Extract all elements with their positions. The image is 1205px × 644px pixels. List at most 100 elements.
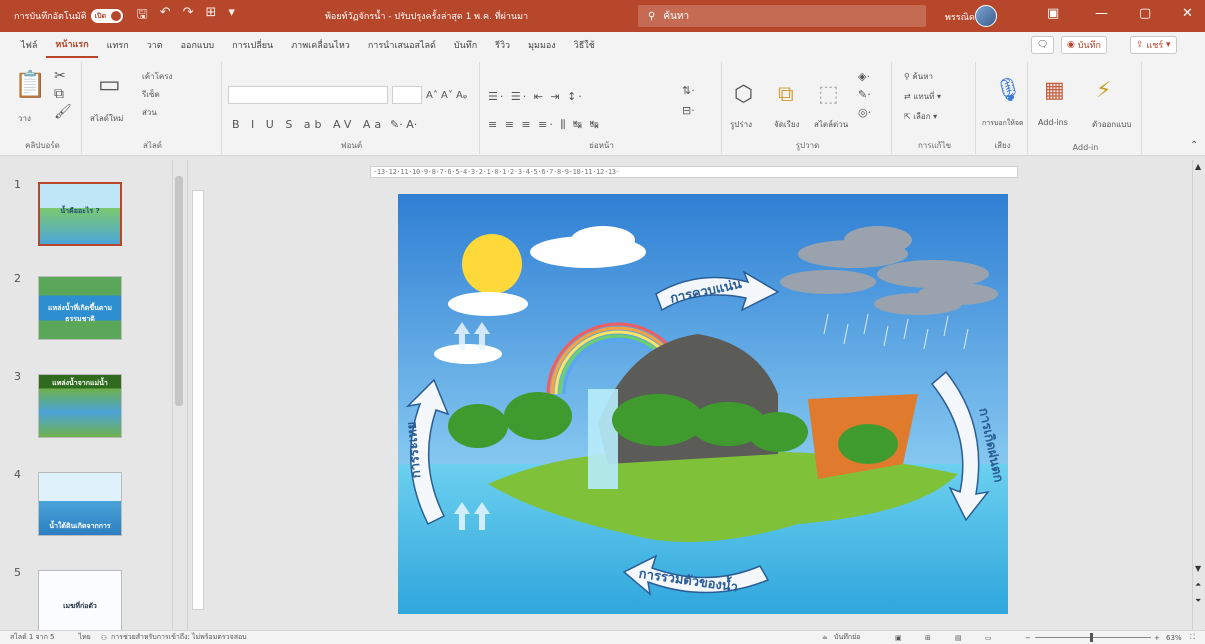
shape-effects-icon[interactable]: ◎· [858,106,871,119]
slide-info: สไลด์ 1 จาก 5 [10,633,55,641]
find-button[interactable]: ⚲ ค้นหา [904,70,933,83]
copy-icon[interactable]: ⧉ [54,86,64,102]
new-slide-icon[interactable]: ▭ [98,70,121,98]
tab-draw[interactable]: วาด [138,32,172,58]
quick-styles-icon[interactable]: ⬚ [818,82,839,107]
designer-icon[interactable]: ⚡ [1096,78,1111,103]
paste-label[interactable]: วาง [18,112,31,125]
shapes-label[interactable]: รูปร่าง [730,118,752,131]
replace-button[interactable]: ⇄ แทนที่ ▾ [904,90,941,103]
text-direction-icon[interactable]: ⇅· [682,84,695,97]
tab-record[interactable]: บันทึก [445,32,486,58]
editor-scrollbar[interactable]: ▲ ▼ ⏶ ⏷ [1192,160,1205,630]
avatar[interactable] [975,5,997,27]
search-box[interactable]: ⚲ ค้นหา [638,5,926,27]
paste-icon[interactable]: 📋 [14,70,46,100]
tab-animations[interactable]: ภาพเคลื่อนไหว [282,32,359,58]
designer-label[interactable]: ตัวออกแบบ [1092,118,1131,131]
zoom-out-icon[interactable]: − [1025,634,1031,642]
share-button[interactable]: ⇪ แชร์ ▾ [1130,36,1177,54]
thumbnails-scrollbar[interactable] [172,160,184,630]
present-icon[interactable]: ⊞ [206,5,217,27]
autosave-toggle[interactable]: เปิด [90,9,123,23]
zoom-slider-thumb[interactable] [1090,633,1093,642]
next-slide-icon[interactable]: ⏷ [1195,596,1201,606]
scroll-down-icon[interactable]: ▼ [1195,564,1201,573]
slide-canvas[interactable]: การควบแน่น การเกิดฝนตก การรวมตัวของน้ำ ก… [398,194,1008,614]
notes-button[interactable]: บันทึกย่อ [834,632,860,643]
comment-icon: 🗨 [1037,40,1049,50]
font-color-icon[interactable]: ✎· A· [390,118,417,131]
slide-number: 1 [14,178,21,191]
layout-button[interactable]: เค้าโครง [142,70,172,83]
tab-transitions[interactable]: การเปลี่ยน [223,32,282,58]
customize-qat-icon[interactable]: ▾ [228,5,235,27]
tab-slideshow[interactable]: การนำเสนอสไลด์ [359,32,445,58]
font-group: A˄ A˅ Aᵩ B I U S ab AV Aa ✎· A· ฟอนต์ [224,62,480,154]
shape-fill-icon[interactable]: ◈· [858,70,870,83]
slides-group: ▭ สไลด์ใหม่ เค้าโครง รีเซ็ต ส่วน สไลด์ [84,62,222,154]
ribbon-display-icon[interactable]: ▣ [1047,6,1059,21]
tab-home[interactable]: หน้าแรก [46,32,98,58]
addins-label[interactable]: Add-ins [1038,118,1068,127]
reading-view-icon[interactable]: ▤ [955,634,962,642]
select-button[interactable]: ⇱ เลือก ▾ [904,110,937,123]
quick-styles-label[interactable]: สไตล์ด่วน [814,118,848,131]
zoom-in-icon[interactable]: + [1154,634,1160,642]
font-grow-shrink-icon[interactable]: A˄ A˅ Aᵩ [426,90,467,101]
redo-icon[interactable]: ↷ [183,5,194,27]
zoom-level[interactable]: 63% [1166,634,1182,642]
group-label-editing: การแก้ไข [917,141,952,150]
slide-thumbnail-4[interactable]: น้ำใต้ดินเกิดจากการ [38,472,122,536]
fit-slide-icon[interactable]: ⛶ [1190,633,1195,642]
language[interactable]: ไทย [78,632,90,643]
list-buttons[interactable]: ☰· ☰· ⇤ ⇥ ↕· [488,90,584,103]
slideshow-icon[interactable]: ▭ [985,634,992,642]
record-button[interactable]: ◉ บันทึก [1061,36,1107,54]
cut-icon[interactable]: ✂ [54,68,66,84]
arrange-icon[interactable]: ⧉ [778,82,794,107]
save-icon[interactable]: 🖫 [137,5,148,27]
slide-thumbnail-1[interactable]: น้ำคืออะไร ? [38,182,122,246]
undo-icon[interactable]: ↶ [160,5,171,27]
slide-thumbnail-3[interactable]: แหล่งน้ำจากแม่น้ำ [38,374,122,438]
tab-help[interactable]: วิธีใช้ [565,32,604,58]
tab-insert[interactable]: แทรก [98,32,138,58]
autosave-control[interactable]: การบันทึกอัตโนมัติ เปิด [14,9,123,23]
font-name-input[interactable] [228,86,388,104]
previous-slide-icon[interactable]: ⏶ [1195,580,1201,590]
slide-sorter-icon[interactable]: ⊞ [925,634,931,642]
new-slide-label[interactable]: สไลด์ใหม่ [90,112,123,125]
tab-review[interactable]: รีวิว [486,32,519,58]
maximize-icon[interactable]: ▢ [1139,6,1151,21]
minimize-icon[interactable]: — [1095,6,1108,21]
format-painter-icon[interactable]: 🖌 [54,104,72,120]
shapes-icon[interactable]: ⬡ [734,82,753,107]
arrange-label[interactable]: จัดเรียง [774,118,800,131]
shape-outline-icon[interactable]: ✎· [858,88,871,101]
comments-button[interactable]: 🗨 [1031,36,1055,54]
font-style-buttons[interactable]: B I U S ab AV Aa [232,118,385,131]
tab-file[interactable]: ไฟล์ [12,32,46,58]
microphone-icon[interactable]: 🎙 [994,78,1022,103]
zoom-slider[interactable] [1035,637,1151,638]
align-text-icon[interactable]: ⊟· [682,104,695,117]
slide-thumbnail-5[interactable]: เมฆที่ก่อตัว [38,570,122,630]
addins-icon[interactable]: ▦ [1044,78,1065,103]
normal-view-icon[interactable]: ▣ [895,634,902,642]
paragraph-group: ☰· ☰· ⇤ ⇥ ↕· ≡ ≡ ≡ ≡· ⫼ ↹ ↹ ⇅· ⊟· ย่อหน้… [482,62,722,154]
reset-button[interactable]: รีเซ็ต [142,88,160,101]
font-size-input[interactable] [392,86,422,104]
section-button[interactable]: ส่วน [142,106,157,119]
document-title[interactable]: พ้อยท์วัฏจักรน้ำ - ปรับปรุงครั้งล่าสุด 1… [325,9,528,23]
align-buttons[interactable]: ≡ ≡ ≡ ≡· ⫼ ↹ ↹ [488,118,601,132]
tab-view[interactable]: มุมมอง [519,32,565,58]
accessibility-status[interactable]: การช่วยสำหรับการเข้าถึง: ไม่พร้อมตรวจสอบ [111,632,247,643]
slide-thumbnail-2[interactable]: แหล่งน้ำที่เกิดขึ้นตามธรรมชาติ [38,276,122,340]
tab-design[interactable]: ออกแบบ [172,32,224,58]
collapse-ribbon-icon[interactable]: ⌃ [1190,140,1198,151]
close-icon[interactable]: ✕ [1182,6,1193,21]
dictate-label[interactable]: การบอกให้จด [982,118,1024,129]
scrollbar-thumb[interactable] [175,176,183,406]
scroll-up-icon[interactable]: ▲ [1195,162,1201,171]
